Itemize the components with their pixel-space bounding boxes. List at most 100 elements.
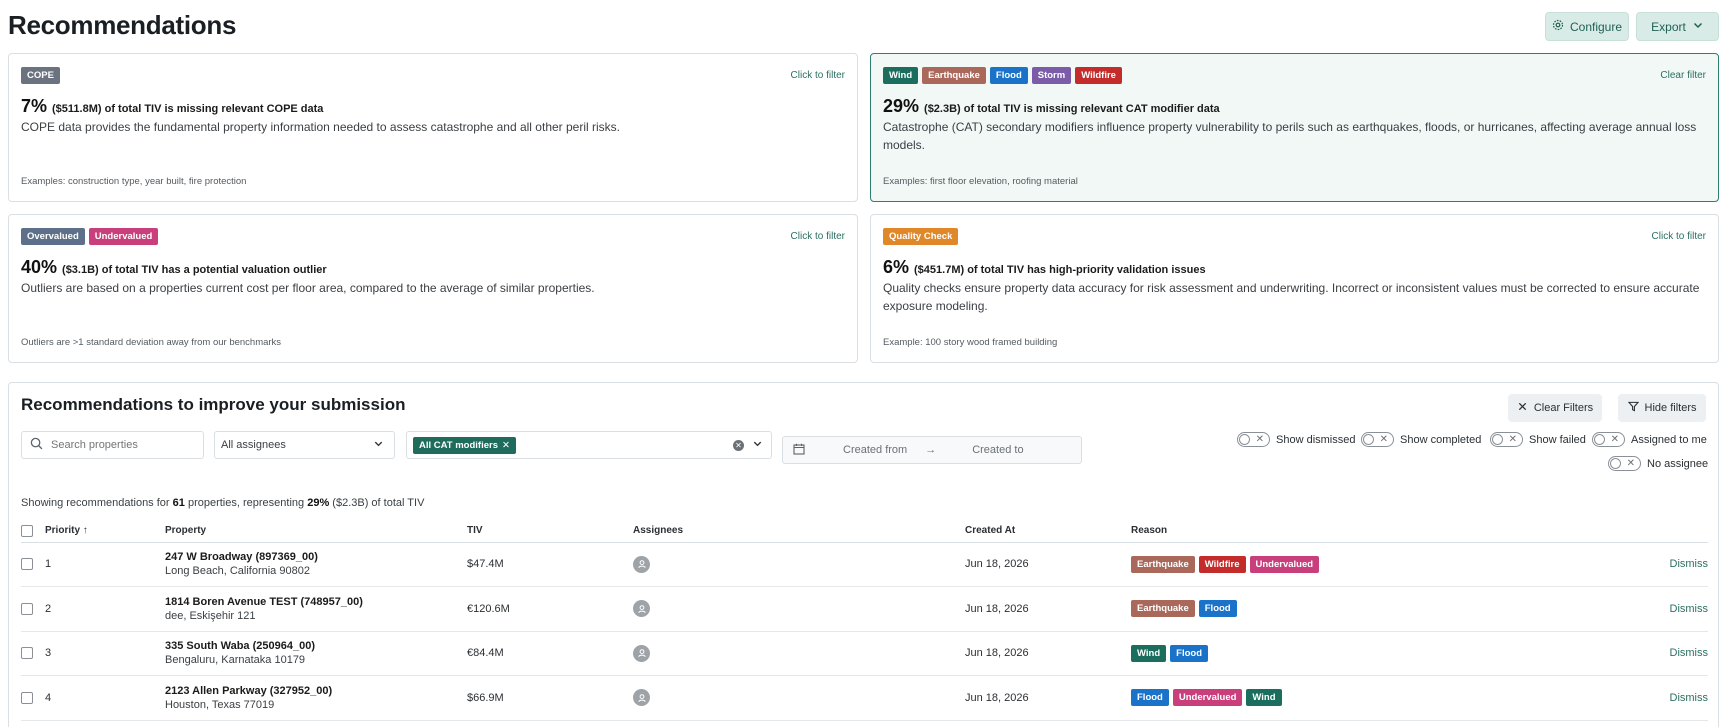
wildfire-badge: Wildfire bbox=[1075, 67, 1122, 84]
click-to-filter-link[interactable]: Click to filter bbox=[791, 70, 845, 81]
toggle-switch[interactable]: ✕ bbox=[1237, 432, 1270, 447]
assigned-to-me-toggle[interactable]: ✕ Assigned to me bbox=[1592, 432, 1707, 447]
cat-description: Catastrophe (CAT) secondary modifiers in… bbox=[883, 120, 1697, 152]
user-icon bbox=[637, 649, 646, 658]
chip-remove-icon[interactable]: ✕ bbox=[502, 440, 510, 451]
search-input[interactable] bbox=[51, 439, 203, 451]
priority-cell: 4 bbox=[45, 675, 165, 721]
property-name[interactable]: 247 W Broadway (897369_00) bbox=[165, 551, 467, 563]
assignee-cell[interactable] bbox=[633, 542, 965, 587]
cat-modifiers-chip[interactable]: All CAT modifiers ✕ bbox=[413, 436, 516, 454]
search-icon bbox=[30, 437, 43, 453]
reason-badge: Undervalued bbox=[1249, 555, 1320, 573]
show-failed-toggle[interactable]: ✕ Show failed bbox=[1490, 432, 1586, 447]
avatar[interactable] bbox=[633, 600, 650, 618]
property-name[interactable]: 2123 Allen Parkway (327952_00) bbox=[165, 685, 467, 697]
reason-badge: Undervalued bbox=[1172, 689, 1243, 707]
cope-card[interactable]: COPE Click to filter 7% ($511.8M) of tot… bbox=[8, 53, 858, 202]
dismiss-button[interactable]: Dismiss bbox=[1601, 675, 1708, 721]
column-priority[interactable]: Priority ↑ bbox=[45, 520, 165, 543]
avatar[interactable] bbox=[633, 555, 650, 573]
toggle-switch[interactable]: ✕ bbox=[1592, 432, 1625, 447]
table-row[interactable]: 1 247 W Broadway (897369_00) Long Beach,… bbox=[21, 542, 1708, 587]
reason-multiselect[interactable]: All CAT modifiers ✕ ✕ bbox=[406, 431, 772, 459]
reason-cell: Earthquake Flood bbox=[1131, 586, 1601, 632]
quality-percent: 6% bbox=[883, 257, 910, 277]
clear-filter-link[interactable]: Clear filter bbox=[1660, 70, 1706, 81]
user-icon bbox=[637, 604, 646, 613]
quality-check-card[interactable]: Quality Check Click to filter 6% ($451.7… bbox=[870, 214, 1719, 363]
date-range-picker[interactable]: Created from → Created to bbox=[782, 436, 1082, 464]
assignee-cell[interactable] bbox=[633, 631, 965, 676]
tiv-cell: €120.6M bbox=[467, 586, 633, 632]
property-cell[interactable]: 247 W Broadway (897369_00) Long Beach, C… bbox=[165, 542, 467, 587]
avatar[interactable] bbox=[633, 644, 650, 662]
table-row[interactable]: 2 1814 Boren Avenue TEST (748957_00) dee… bbox=[21, 586, 1708, 632]
configure-button[interactable]: Configure bbox=[1545, 12, 1629, 41]
assigned-to-me-label: Assigned to me bbox=[1631, 433, 1707, 446]
click-to-filter-link[interactable]: Click to filter bbox=[1652, 231, 1706, 242]
select-all-checkbox[interactable] bbox=[21, 524, 33, 537]
avatar[interactable] bbox=[633, 689, 650, 707]
show-dismissed-label: Show dismissed bbox=[1276, 433, 1356, 446]
property-name[interactable]: 335 South Waba (250964_00) bbox=[165, 640, 467, 652]
toggle-switch[interactable]: ✕ bbox=[1361, 432, 1394, 447]
hide-filters-button[interactable]: Hide filters bbox=[1618, 394, 1706, 422]
row-checkbox[interactable] bbox=[21, 558, 33, 571]
show-failed-label: Show failed bbox=[1529, 433, 1586, 446]
created-at-cell: Jun 18, 2026 bbox=[965, 675, 1131, 721]
chevron-down-icon[interactable] bbox=[752, 438, 763, 452]
sort-ascending-icon[interactable]: ↑ bbox=[83, 525, 88, 536]
reason-badge: Earthquake bbox=[1131, 555, 1195, 573]
toggle-switch[interactable]: ✕ bbox=[1490, 432, 1523, 447]
export-button[interactable]: Export bbox=[1636, 12, 1719, 41]
dismiss-button[interactable]: Dismiss bbox=[1601, 631, 1708, 676]
assignees-select[interactable]: All assignees bbox=[214, 431, 395, 459]
property-cell[interactable]: 2123 Allen Parkway (327952_00) Houston, … bbox=[165, 675, 467, 721]
assignee-cell[interactable] bbox=[633, 675, 965, 721]
property-cell[interactable]: 335 South Waba (250964_00) Bengaluru, Ka… bbox=[165, 631, 467, 676]
dismiss-button[interactable]: Dismiss bbox=[1601, 542, 1708, 587]
valuation-description: Outliers are based on a properties curre… bbox=[21, 281, 595, 295]
clear-filters-button[interactable]: Clear Filters bbox=[1508, 394, 1602, 422]
table-row[interactable]: 4 2123 Allen Parkway (327952_00) Houston… bbox=[21, 675, 1708, 721]
no-assignee-toggle[interactable]: ✕ No assignee bbox=[1608, 456, 1708, 471]
show-dismissed-toggle[interactable]: ✕ Show dismissed bbox=[1237, 432, 1355, 447]
reason-cell: Earthquake Wildfire Undervalued bbox=[1131, 542, 1601, 587]
assignees-value: All assignees bbox=[221, 439, 286, 451]
row-checkbox[interactable] bbox=[21, 691, 33, 704]
property-address: dee, Eskişehir 121 bbox=[165, 609, 256, 622]
priority-cell: 3 bbox=[45, 631, 165, 676]
column-assignees: Assignees bbox=[633, 520, 965, 543]
quality-check-badge: Quality Check bbox=[883, 228, 959, 245]
tiv-cell: $66.9M bbox=[467, 675, 633, 721]
clear-filters-label: Clear Filters bbox=[1533, 402, 1594, 414]
user-icon bbox=[637, 560, 646, 569]
row-checkbox[interactable] bbox=[21, 602, 33, 615]
reason-badge: Flood bbox=[1131, 689, 1169, 707]
property-count: 61 bbox=[172, 497, 185, 509]
dismiss-button[interactable]: Dismiss bbox=[1601, 586, 1708, 632]
created-at-cell: Jun 18, 2026 bbox=[965, 542, 1131, 587]
show-completed-toggle[interactable]: ✕ Show completed bbox=[1361, 432, 1481, 447]
property-address: Houston, Texas 77019 bbox=[165, 698, 275, 711]
property-cell[interactable]: 1814 Boren Avenue TEST (748957_00) dee, … bbox=[165, 586, 467, 632]
cat-modifier-card[interactable]: Wind Earthquake Flood Storm Wildfire Cle… bbox=[870, 53, 1719, 202]
valuation-card[interactable]: Overvalued Undervalued Click to filter 4… bbox=[8, 214, 858, 363]
toggle-switch[interactable]: ✕ bbox=[1608, 456, 1641, 471]
export-label: Export bbox=[1651, 19, 1686, 34]
created-from-input[interactable]: Created from bbox=[843, 444, 907, 456]
property-name[interactable]: 1814 Boren Avenue TEST (748957_00) bbox=[165, 596, 467, 608]
search-field[interactable] bbox=[21, 431, 204, 459]
valuation-example: Outliers are >1 standard deviation away … bbox=[21, 337, 282, 348]
created-to-input[interactable]: Created to bbox=[972, 444, 1023, 456]
table-row[interactable]: 3 335 South Waba (250964_00) Bengaluru, … bbox=[21, 631, 1708, 676]
row-checkbox[interactable] bbox=[21, 647, 33, 660]
assignee-cell[interactable] bbox=[633, 586, 965, 632]
recommendations-table: Priority ↑ Property TIV Assignees Create… bbox=[21, 520, 1708, 721]
cope-description: COPE data provides the fundamental prope… bbox=[21, 120, 620, 134]
quality-stat: ($451.7M) of total TIV has high-priority… bbox=[914, 264, 1206, 276]
valuation-percent: 40% bbox=[21, 257, 58, 277]
click-to-filter-link[interactable]: Click to filter bbox=[791, 231, 845, 242]
clear-selection-icon[interactable]: ✕ bbox=[733, 439, 744, 451]
